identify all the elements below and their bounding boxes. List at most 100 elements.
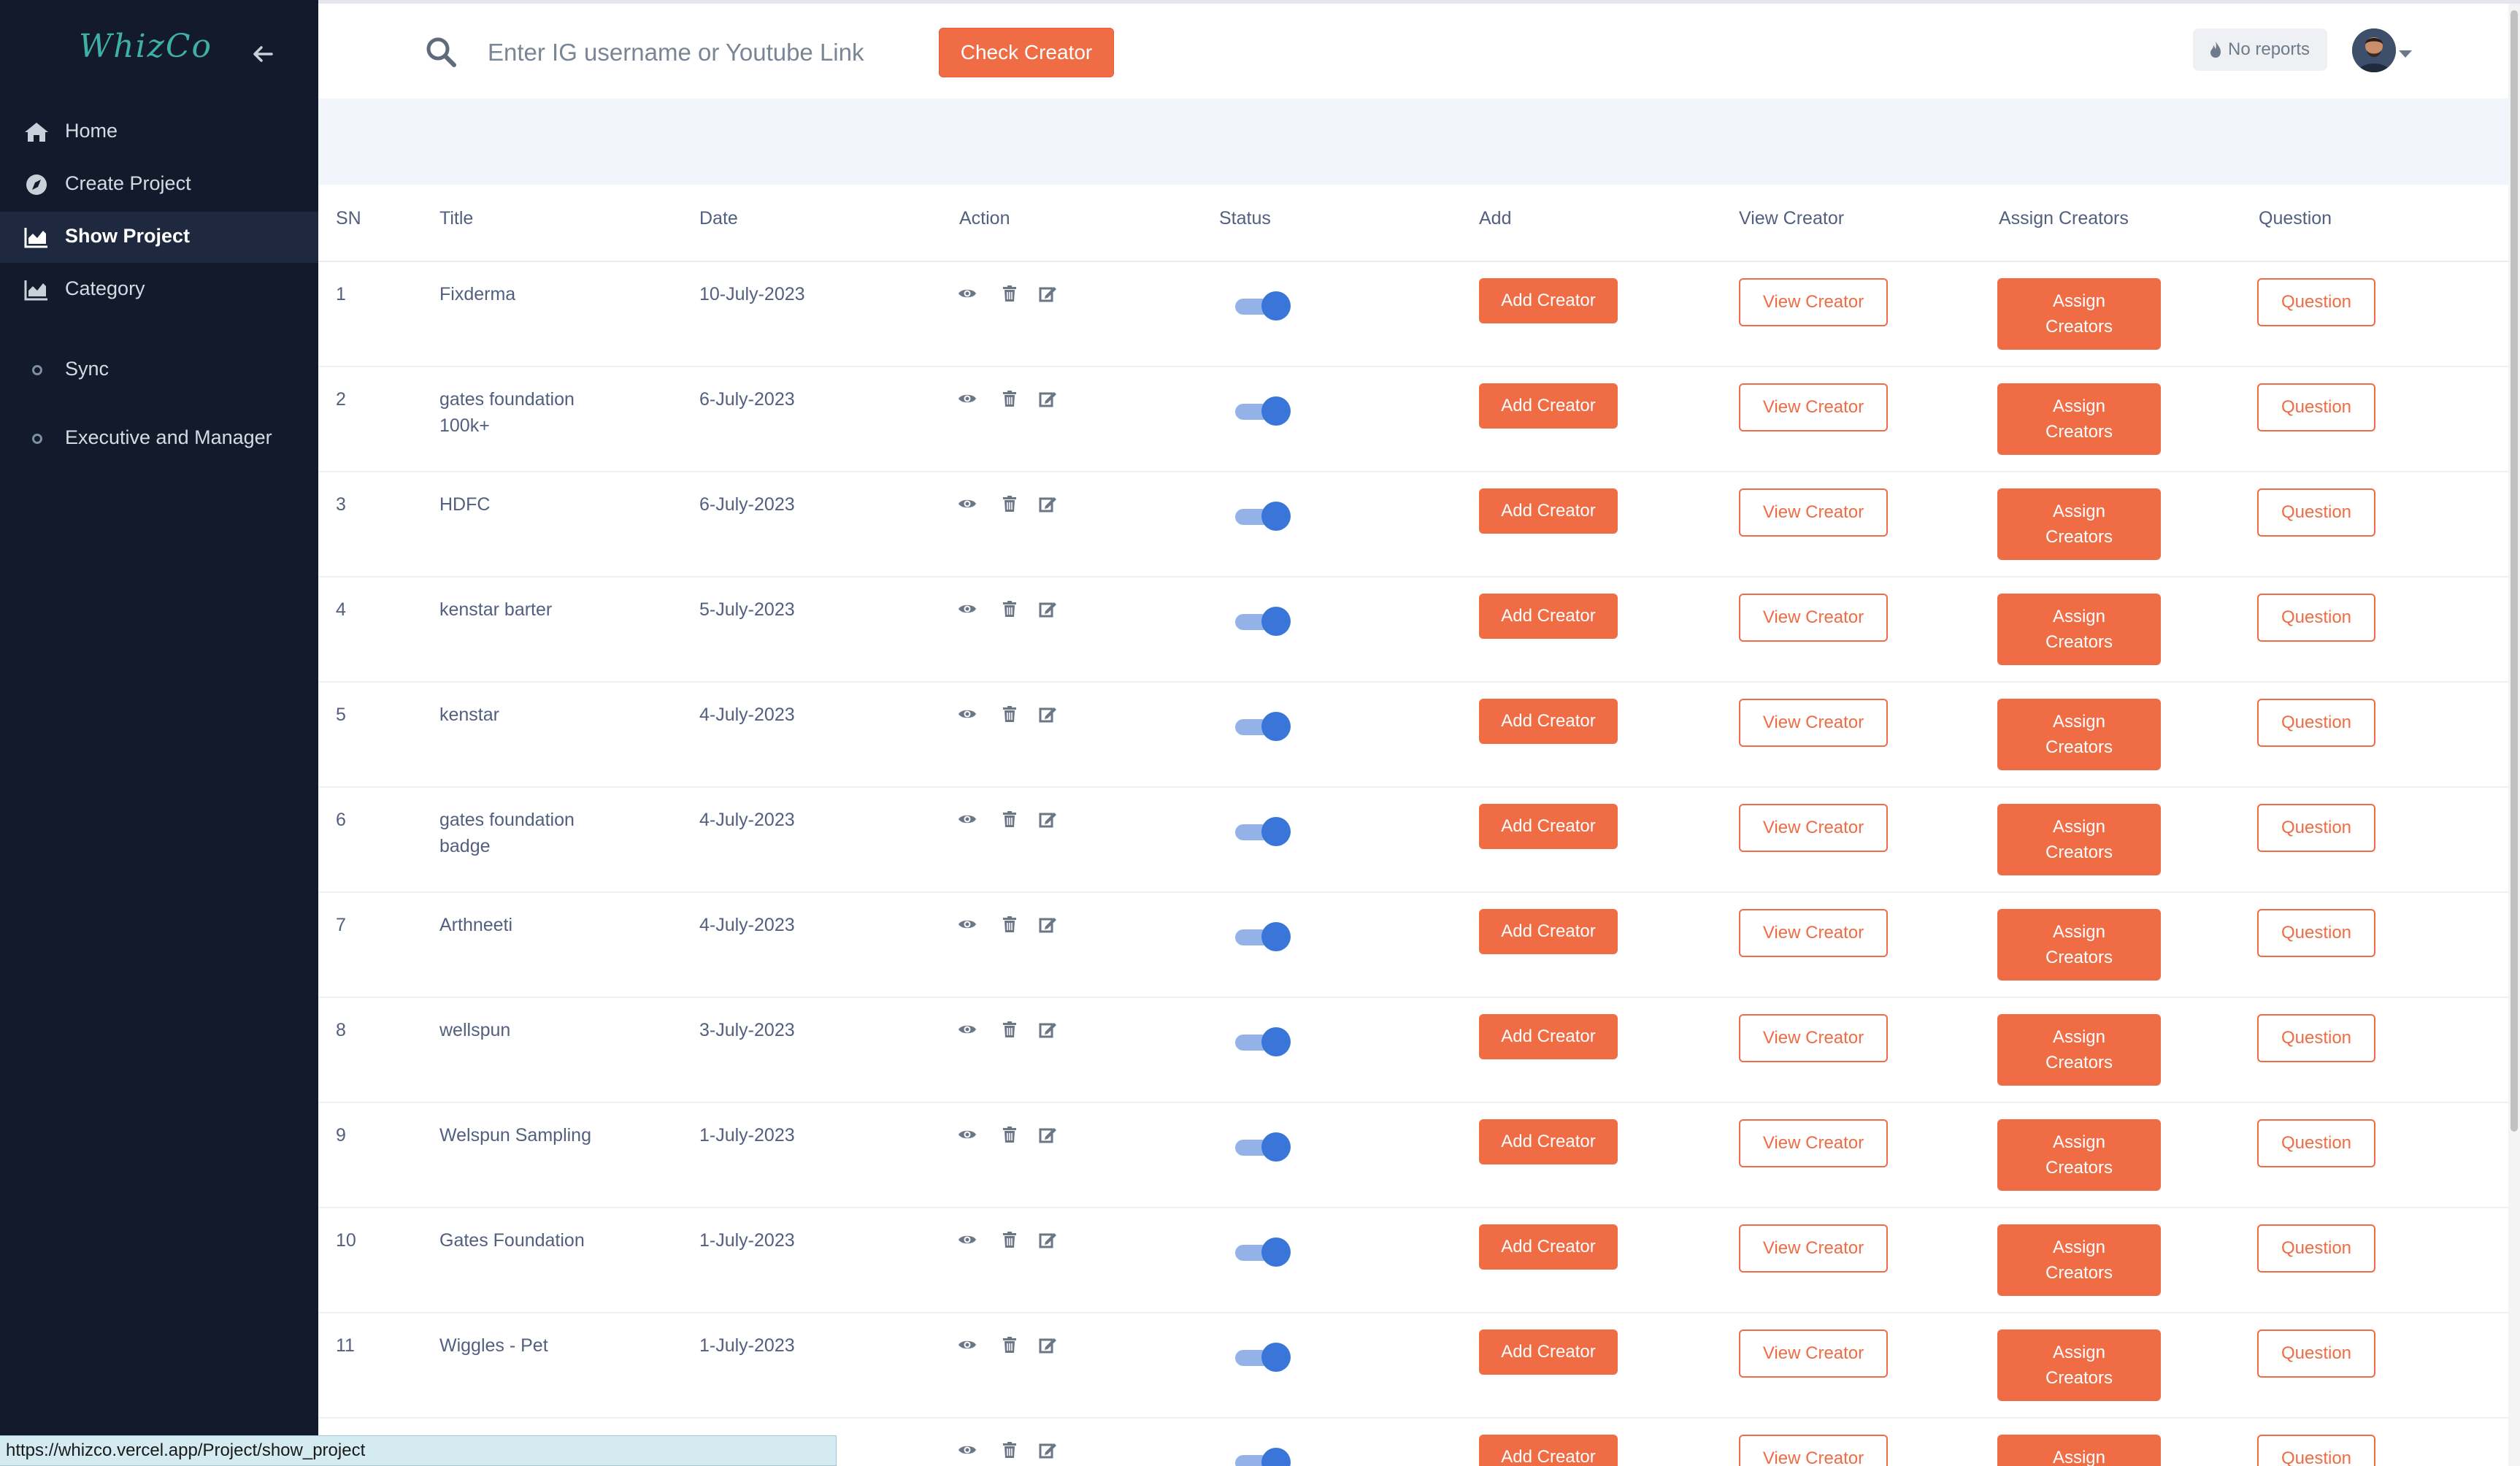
view-icon[interactable] [958, 915, 977, 934]
delete-icon[interactable] [1000, 1335, 1019, 1354]
delete-icon[interactable] [1000, 599, 1019, 618]
status-toggle[interactable] [1235, 1027, 1291, 1056]
check-creator-button[interactable]: Check Creator [939, 28, 1114, 77]
view-creator-button[interactable]: View Creator [1739, 1119, 1888, 1167]
add-creator-button[interactable]: Add Creator [1479, 488, 1618, 534]
edit-icon[interactable] [1038, 494, 1057, 513]
status-toggle[interactable] [1235, 502, 1291, 531]
add-creator-button[interactable]: Add Creator [1479, 909, 1618, 954]
status-toggle[interactable] [1235, 1132, 1291, 1162]
view-creator-button[interactable]: View Creator [1739, 383, 1888, 431]
view-icon[interactable] [958, 1440, 977, 1459]
add-creator-button[interactable]: Add Creator [1479, 383, 1618, 429]
assign-creators-button[interactable]: Assign Creators [1997, 278, 2161, 350]
assign-creators-button[interactable]: Assign Creators [1997, 488, 2161, 560]
status-toggle[interactable] [1235, 1448, 1291, 1466]
view-creator-button[interactable]: View Creator [1739, 1435, 1888, 1466]
status-toggle[interactable] [1235, 922, 1291, 951]
view-creator-button[interactable]: View Creator [1739, 909, 1888, 957]
question-button[interactable]: Question [2257, 1329, 2375, 1378]
status-toggle[interactable] [1235, 712, 1291, 741]
edit-icon[interactable] [1038, 389, 1057, 408]
sidebar-item-create-project[interactable]: Create Project [0, 159, 318, 210]
view-creator-button[interactable]: View Creator [1739, 1014, 1888, 1062]
edit-icon[interactable] [1038, 1440, 1057, 1459]
assign-creators-button[interactable]: Assign Creators [1997, 1014, 2161, 1086]
add-creator-button[interactable]: Add Creator [1479, 1224, 1618, 1270]
assign-creators-button[interactable]: Assign Creators [1997, 804, 2161, 875]
chevron-down-icon[interactable] [2399, 50, 2412, 58]
status-toggle[interactable] [1235, 817, 1291, 846]
view-icon[interactable] [958, 1020, 977, 1039]
view-icon[interactable] [958, 284, 977, 303]
status-toggle[interactable] [1235, 291, 1291, 321]
status-toggle[interactable] [1235, 396, 1291, 426]
edit-icon[interactable] [1038, 705, 1057, 724]
delete-icon[interactable] [1000, 494, 1019, 513]
sidebar-item-executive-and-manager[interactable]: Executive and Manager [0, 413, 318, 464]
add-creator-button[interactable]: Add Creator [1479, 278, 1618, 323]
add-creator-button[interactable]: Add Creator [1479, 1329, 1618, 1375]
edit-icon[interactable] [1038, 599, 1057, 618]
assign-creators-button[interactable]: Assign Creators [1997, 1329, 2161, 1401]
reports-badge[interactable]: No reports [2193, 28, 2327, 71]
delete-icon[interactable] [1000, 1440, 1019, 1459]
edit-icon[interactable] [1038, 284, 1057, 303]
sidebar-item-category[interactable]: Category [0, 264, 318, 315]
edit-icon[interactable] [1038, 810, 1057, 829]
question-button[interactable]: Question [2257, 1224, 2375, 1273]
view-creator-button[interactable]: View Creator [1739, 594, 1888, 642]
assign-creators-button[interactable]: Assign Creators [1997, 1435, 2161, 1466]
view-icon[interactable] [958, 705, 977, 724]
view-icon[interactable] [958, 1125, 977, 1144]
assign-creators-button[interactable]: Assign Creators [1997, 383, 2161, 455]
delete-icon[interactable] [1000, 705, 1019, 724]
avatar[interactable] [2352, 28, 2396, 72]
delete-icon[interactable] [1000, 810, 1019, 829]
edit-icon[interactable] [1038, 1335, 1057, 1354]
view-icon[interactable] [958, 1335, 977, 1354]
delete-icon[interactable] [1000, 1020, 1019, 1039]
question-button[interactable]: Question [2257, 594, 2375, 642]
arrow-left-icon[interactable] [251, 42, 274, 66]
assign-creators-button[interactable]: Assign Creators [1997, 1224, 2161, 1296]
question-button[interactable]: Question [2257, 699, 2375, 747]
question-button[interactable]: Question [2257, 909, 2375, 957]
question-button[interactable]: Question [2257, 1435, 2375, 1466]
assign-creators-button[interactable]: Assign Creators [1997, 699, 2161, 770]
question-button[interactable]: Question [2257, 278, 2375, 326]
view-icon[interactable] [958, 810, 977, 829]
view-icon[interactable] [958, 599, 977, 618]
delete-icon[interactable] [1000, 1230, 1019, 1249]
delete-icon[interactable] [1000, 284, 1019, 303]
assign-creators-button[interactable]: Assign Creators [1997, 594, 2161, 665]
view-creator-button[interactable]: View Creator [1739, 278, 1888, 326]
view-creator-button[interactable]: View Creator [1739, 804, 1888, 852]
delete-icon[interactable] [1000, 915, 1019, 934]
view-icon[interactable] [958, 494, 977, 513]
question-button[interactable]: Question [2257, 383, 2375, 431]
delete-icon[interactable] [1000, 389, 1019, 408]
assign-creators-button[interactable]: Assign Creators [1997, 909, 2161, 980]
question-button[interactable]: Question [2257, 1119, 2375, 1167]
view-creator-button[interactable]: View Creator [1739, 488, 1888, 537]
view-icon[interactable] [958, 1230, 977, 1249]
view-creator-button[interactable]: View Creator [1739, 1224, 1888, 1273]
question-button[interactable]: Question [2257, 488, 2375, 537]
edit-icon[interactable] [1038, 1230, 1057, 1249]
search-input[interactable] [488, 30, 896, 75]
scrollbar-thumb[interactable] [2511, 10, 2518, 1132]
add-creator-button[interactable]: Add Creator [1479, 1435, 1618, 1466]
delete-icon[interactable] [1000, 1125, 1019, 1144]
brand-logo[interactable]: WhizCo [79, 28, 212, 65]
question-button[interactable]: Question [2257, 1014, 2375, 1062]
add-creator-button[interactable]: Add Creator [1479, 1014, 1618, 1059]
add-creator-button[interactable]: Add Creator [1479, 699, 1618, 744]
status-toggle[interactable] [1235, 1343, 1291, 1372]
view-creator-button[interactable]: View Creator [1739, 1329, 1888, 1378]
sidebar-item-show-project[interactable]: Show Project [0, 212, 318, 263]
view-creator-button[interactable]: View Creator [1739, 699, 1888, 747]
view-icon[interactable] [958, 389, 977, 408]
add-creator-button[interactable]: Add Creator [1479, 804, 1618, 849]
edit-icon[interactable] [1038, 1125, 1057, 1144]
